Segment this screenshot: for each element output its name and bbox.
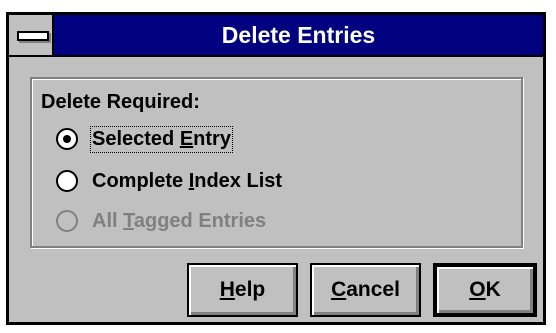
radio-selected-entry[interactable]: Selected Entry [56,125,233,153]
radio-button-icon [56,210,78,232]
group-label: Delete Required: [41,91,200,113]
radio-button-icon[interactable] [56,170,78,192]
radio-all-tagged-entries: All Tagged Entries [56,207,266,235]
dialog-title: Delete Entries [221,22,376,48]
delete-required-group: Delete Required: Selected Entry Complete… [30,77,523,248]
radio-button-icon[interactable] [56,128,78,150]
cancel-button[interactable]: Cancel [310,263,421,317]
radio-complete-index-list[interactable]: Complete Index List [56,167,282,195]
delete-entries-dialog: Delete Entries Delete Required: Selected… [6,12,546,325]
system-menu-icon [17,31,49,41]
help-button[interactable]: Help [187,263,298,317]
ok-button[interactable]: OK [433,263,537,317]
radio-label: Complete Index List [92,169,283,192]
radio-label: Selected Entry [90,125,233,153]
radio-label: All Tagged Entries [92,209,267,232]
title-bar[interactable]: Delete Entries [9,15,543,57]
system-menu-button[interactable] [9,15,54,55]
